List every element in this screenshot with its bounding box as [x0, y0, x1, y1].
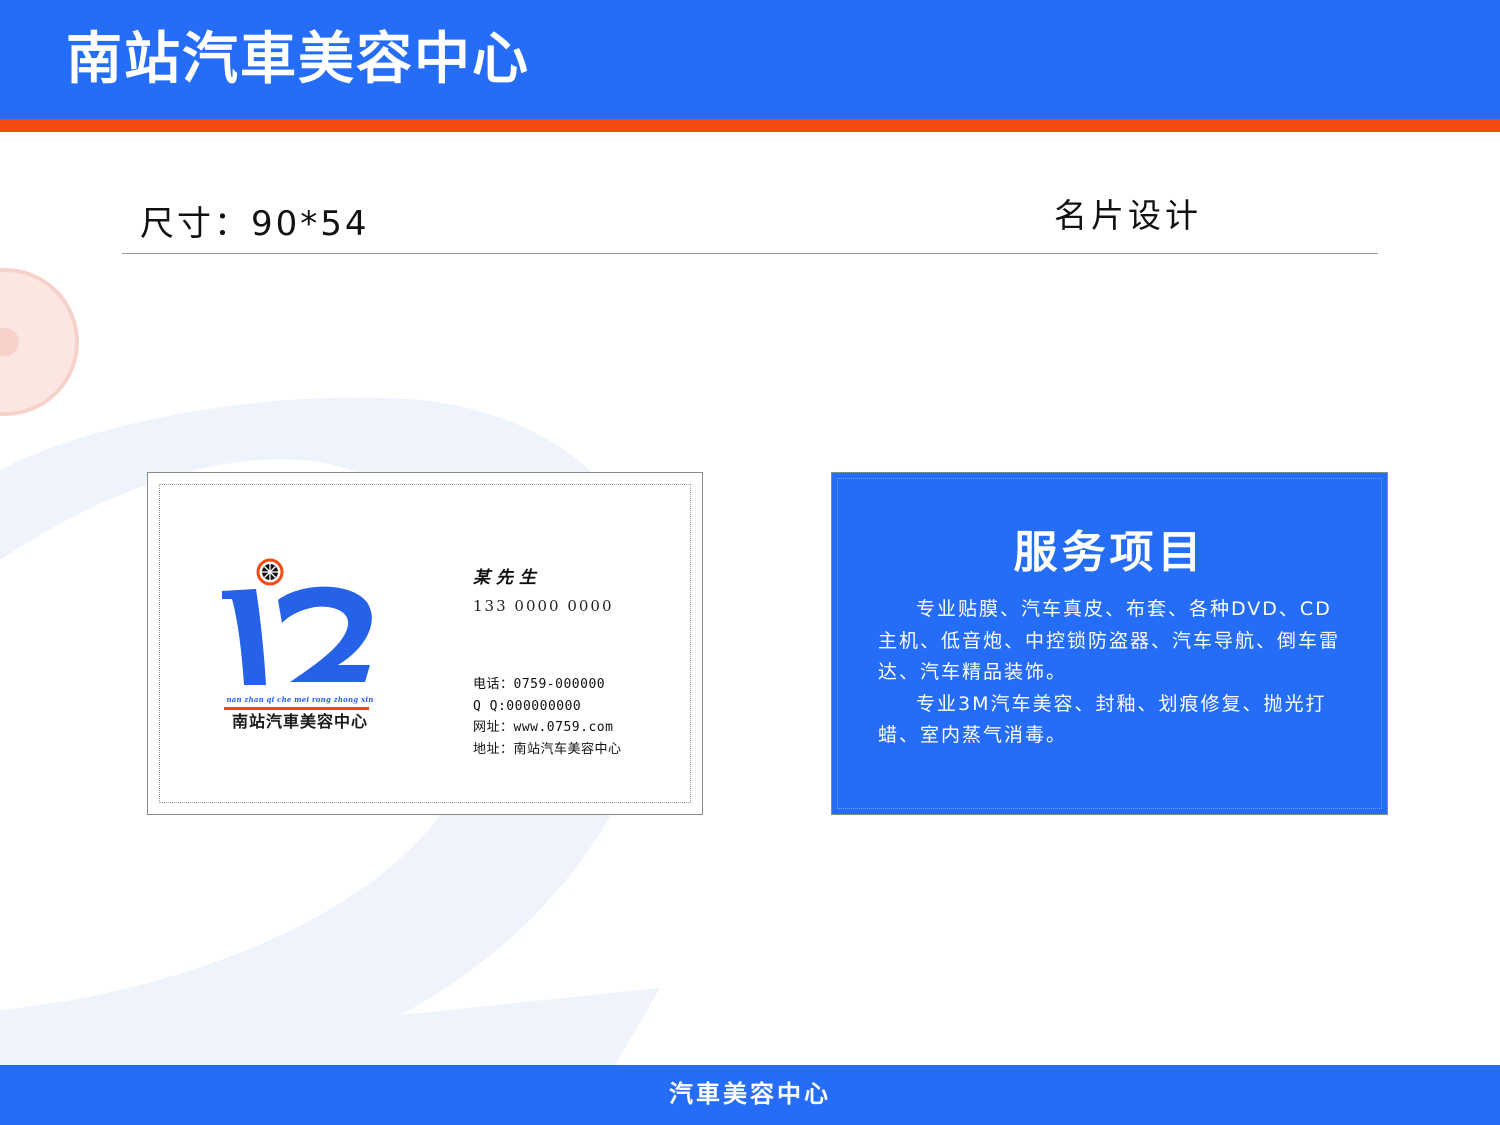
- contact-block: 电话：0759-000000 Q Q:000000000 网址：www.0759…: [473, 674, 622, 760]
- page-footer: 汽車美容中心: [0, 1065, 1500, 1125]
- logo-underline: [224, 707, 369, 710]
- contact-tel: 电话：0759-000000: [473, 677, 606, 692]
- services-description: 专业贴膜、汽车真皮、布套、各种DVD、CD主机、低音炮、中控锁防盗器、汽车导航、…: [878, 594, 1340, 752]
- contact-website: 网址：www.0759.com: [473, 720, 614, 735]
- divider-line: [122, 253, 1378, 254]
- footer-title: 汽車美容中心: [669, 1080, 831, 1108]
- business-card-front: nan zhan qi che mei rong zhong xin 南站汽車美…: [147, 472, 703, 815]
- page-header: 南站汽車美容中心: [0, 0, 1500, 119]
- card-size-label: 尺寸：90*54: [140, 204, 370, 244]
- person-mobile: 133 0000 0000: [473, 597, 614, 615]
- logo-pinyin: nan zhan qi che mei rong zhong xin: [226, 695, 374, 704]
- business-card-back: 服务项目 专业贴膜、汽车真皮、布套、各种DVD、CD主机、低音炮、中控锁防盗器、…: [831, 472, 1388, 815]
- header-title: 南站汽車美容中心: [66, 27, 530, 92]
- services-paragraph: 专业3M汽车美容、封釉、划痕修复、抛光打蜡、室内蒸气消毒。: [878, 692, 1327, 747]
- contact-address: 地址：南站汽车美容中心: [473, 741, 622, 757]
- brand-logo-icon: [222, 558, 372, 685]
- section-label: 名片设计: [1054, 196, 1202, 235]
- services-paragraph: 专业贴膜、汽车真皮、布套、各种DVD、CD主机、低音炮、中控锁防盗器、汽车导航、…: [878, 598, 1341, 683]
- contact-qq: Q Q:000000000: [473, 698, 582, 714]
- person-name: 某先生: [473, 568, 542, 588]
- header-stripe: [0, 119, 1500, 132]
- services-title: 服务项目: [1013, 527, 1206, 578]
- logo-company-name: 南站汽車美容中心: [231, 712, 368, 731]
